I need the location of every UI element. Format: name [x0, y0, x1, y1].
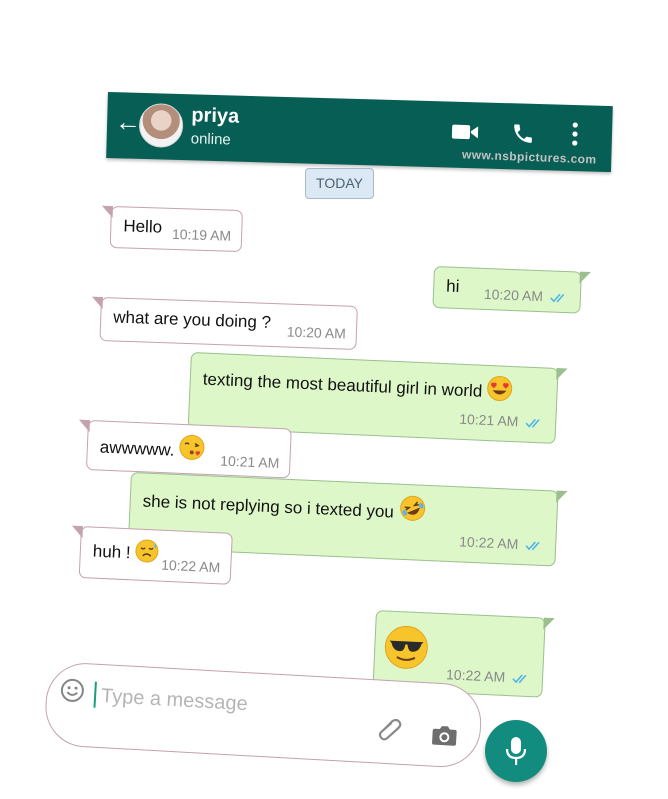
camera-icon[interactable]	[431, 724, 458, 747]
emoji-icon[interactable]	[59, 677, 86, 704]
message-time: 10:22 AM	[160, 556, 221, 576]
message-incoming[interactable]: awwwww. 10:21 AM	[78, 419, 292, 479]
read-receipt-icon	[512, 672, 533, 685]
message-outgoing[interactable]: hi 10:20 AM	[432, 266, 591, 314]
date-chip: TODAY	[305, 168, 374, 199]
read-receipt-icon	[550, 291, 570, 304]
rolling-laughing-emoji-icon	[400, 495, 426, 521]
message-text: she is not replying so i texted you	[142, 491, 395, 522]
read-receipt-icon	[525, 539, 546, 552]
message-text: texting the most beautiful girl in world	[202, 369, 483, 401]
bubble-tail	[78, 419, 90, 433]
more-options-icon[interactable]	[571, 121, 580, 147]
avatar[interactable]	[138, 102, 184, 149]
text-cursor	[93, 681, 97, 708]
contact-status: online	[190, 130, 231, 149]
disappointed-sweat-emoji-icon	[135, 539, 159, 563]
bubble-tail	[101, 205, 113, 219]
message-time: 10:20 AM	[286, 323, 347, 342]
bubble-tail	[91, 296, 103, 310]
message-time: 10:21 AM	[459, 411, 546, 431]
attach-icon[interactable]	[375, 714, 405, 744]
heart-eyes-emoji-icon	[487, 376, 513, 402]
mic-button[interactable]	[485, 720, 547, 782]
message-time: 10:20 AM	[484, 286, 571, 305]
message-time: 10:22 AM	[459, 533, 546, 553]
message-text: Hello	[123, 216, 163, 237]
message-incoming[interactable]: what are you doing ? 10:20 AM	[91, 296, 358, 350]
message-time: 10:19 AM	[171, 225, 232, 244]
bubble-tail	[556, 367, 568, 381]
chat-screen: ← priya online www.nsbpictures.com TODAY…	[0, 0, 668, 799]
kissing-emoji-icon	[179, 434, 205, 460]
message-text: what are you doing ?	[112, 307, 272, 332]
sunglasses-emoji-icon	[384, 625, 428, 669]
read-receipt-icon	[525, 417, 546, 430]
message-time: 10:22 AM	[446, 666, 533, 686]
message-text: huh !	[92, 541, 132, 563]
message-time: 10:21 AM	[219, 452, 280, 472]
bubble-tail	[556, 490, 568, 504]
message-incoming[interactable]: Hello 10:19 AM	[101, 205, 243, 253]
message-input[interactable]	[98, 678, 364, 728]
bubble-tail	[71, 525, 83, 539]
voice-call-icon[interactable]	[511, 121, 536, 146]
mic-icon	[505, 737, 527, 765]
bubble-tail	[579, 271, 591, 285]
contact-name[interactable]: priya	[191, 104, 239, 128]
message-incoming[interactable]: huh ! 10:22 AM	[71, 525, 233, 585]
message-text: awwwww.	[99, 437, 175, 460]
back-arrow-icon[interactable]: ←	[115, 106, 142, 137]
bubble-tail	[543, 617, 555, 631]
message-text: hi	[445, 276, 460, 296]
video-call-icon[interactable]	[451, 121, 480, 144]
